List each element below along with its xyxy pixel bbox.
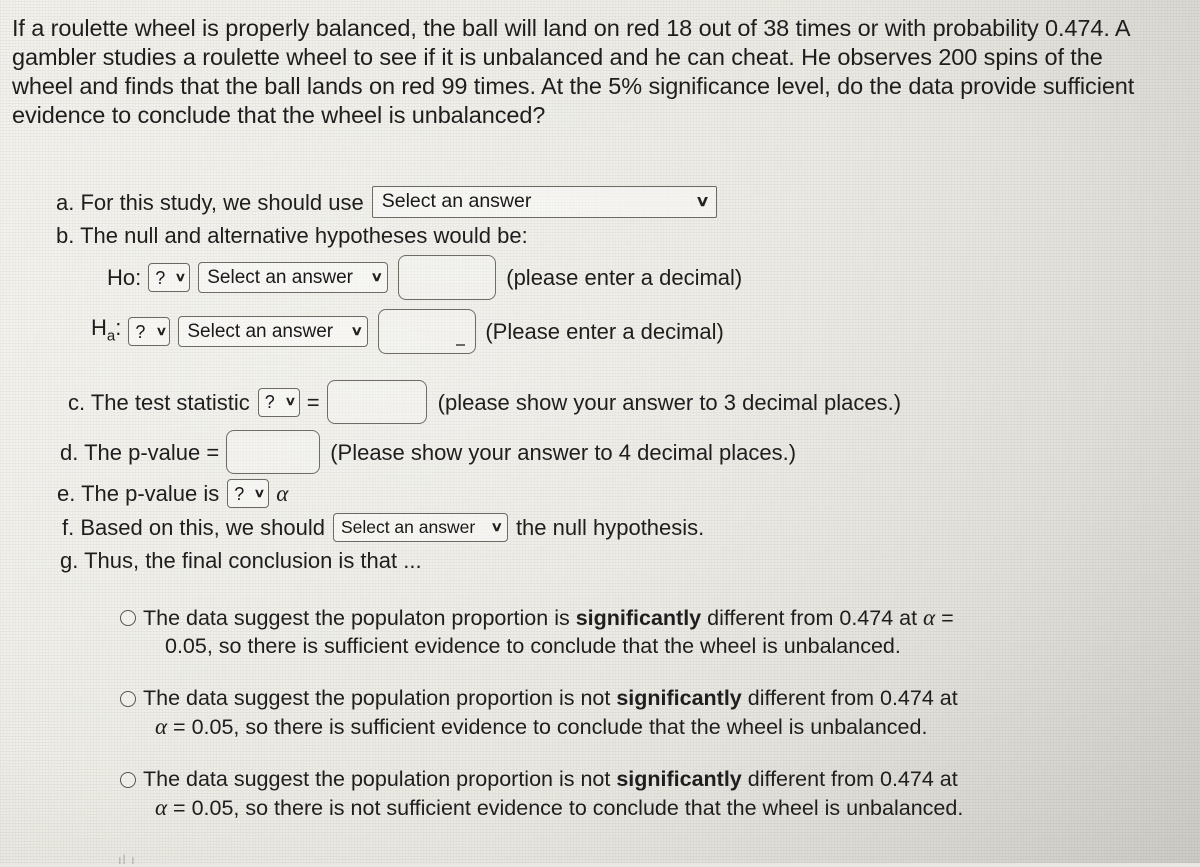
part-c-hint: (please show your answer to 3 decimal pl… (437, 389, 902, 415)
part-a-label: a. For this study, we should use (56, 189, 364, 215)
question-prompt: If a roulette wheel is properly balanced… (12, 15, 1135, 128)
part-b-row: b. The null and alternative hypotheses w… (56, 222, 1166, 249)
chevron-down-icon: ∨ (155, 323, 167, 338)
emphasis-significantly: significantly (575, 606, 702, 630)
conclusion-option-1-text: The data suggest the populaton proportio… (143, 604, 954, 660)
chevron-down-icon: ∨ (490, 519, 504, 534)
part-a-method-select-value: Select an answer (381, 190, 532, 213)
chevron-down-icon: ∨ (370, 269, 383, 284)
chevron-down-icon: ∨ (694, 192, 710, 210)
alternative-hypothesis-value-input[interactable] (378, 309, 477, 354)
alternative-hypothesis-subscript: a (106, 327, 116, 345)
conclusion-option-2-line2: α = 0.05, so there is sufficient evidenc… (155, 713, 928, 739)
test-statistic-input[interactable] (326, 380, 427, 424)
null-hypothesis-parameter-value: Select an answer (207, 267, 353, 288)
part-d-hint: (Please show your answer to 4 decimal pl… (330, 439, 797, 465)
part-f-label-after: the null hypothesis. (515, 515, 705, 540)
alpha-symbol: α (276, 481, 289, 506)
part-b-label: b. The null and alternative hypotheses w… (56, 223, 528, 248)
conclusion-option-2-line1: The data suggest the population proporti… (143, 686, 958, 710)
part-d-label: d. The p-value = (60, 439, 220, 465)
radio-button-icon[interactable] (120, 610, 136, 626)
alternative-hypothesis-row: Ha: ? ∨ Select an answer ∨ (Please enter… (91, 309, 1166, 354)
alternative-hypothesis-comparator-value: ? (135, 321, 146, 342)
null-hypothesis-value-input[interactable] (398, 255, 497, 300)
conclusion-option-1[interactable]: The data suggest the populaton proportio… (120, 604, 1180, 660)
bottom-partial-text: ıl ı (118, 852, 136, 867)
test-statistic-type-select[interactable]: ? ∨ (257, 387, 300, 417)
conclusion-option-1-line2: 0.05, so there is sufficient evidence to… (165, 633, 901, 658)
conclusion-option-3-text: The data suggest the population proporti… (143, 766, 963, 822)
alpha-symbol: α (923, 605, 936, 630)
part-f-decision-select[interactable]: Select an answer ∨ (332, 513, 508, 542)
p-value-comparator-value: ? (234, 483, 245, 504)
test-statistic-type-value: ? (264, 392, 275, 412)
part-e-label: e. The p-value is (57, 481, 220, 506)
alternative-hypothesis-prefix: Ha: (91, 314, 122, 345)
null-hypothesis-parameter-select[interactable]: Select an answer ∨ (198, 262, 389, 293)
question-parts: a. For this study, we should use Select … (56, 186, 1166, 574)
emphasis-significantly: significantly (616, 686, 742, 710)
alpha-symbol: α (155, 794, 168, 820)
null-hypothesis-comparator-select[interactable]: ? ∨ (148, 263, 191, 292)
part-f-decision-value: Select an answer (340, 516, 476, 537)
chevron-down-icon: ∨ (284, 394, 297, 408)
test-statistic-equals: = (306, 389, 320, 415)
part-f-label-before: f. Based on this, we should (62, 515, 325, 540)
p-value-comparator-select[interactable]: ? ∨ (227, 479, 270, 508)
radio-button-icon[interactable] (120, 772, 136, 788)
conclusion-option-2[interactable]: The data suggest the population proporti… (120, 685, 1180, 741)
part-g-row: g. Thus, the final conclusion is that ..… (60, 547, 1166, 574)
emphasis-significantly: significantly (616, 767, 742, 791)
radio-button-icon[interactable] (120, 691, 136, 707)
alternative-hypothesis-comparator-select[interactable]: ? ∨ (128, 317, 171, 346)
conclusion-option-2-text: The data suggest the population proporti… (143, 685, 958, 741)
conclusion-option-3[interactable]: The data suggest the population proporti… (120, 766, 1180, 822)
conclusion-options: The data suggest the populaton proportio… (120, 604, 1180, 847)
part-a-row: a. For this study, we should use Select … (56, 186, 1166, 218)
part-e-row: e. The p-value is ? ∨ α (57, 479, 1166, 508)
part-g-label: g. Thus, the final conclusion is that ..… (60, 548, 422, 573)
conclusion-option-3-line1: The data suggest the population proporti… (143, 767, 958, 791)
alternative-hypothesis-hint: (Please enter a decimal) (485, 319, 724, 344)
chevron-down-icon: ∨ (350, 323, 364, 338)
p-value-input[interactable] (226, 430, 321, 474)
part-a-method-select[interactable]: Select an answer ∨ (371, 186, 717, 218)
null-hypothesis-comparator-value: ? (155, 267, 166, 288)
conclusion-option-1-line1: The data suggest the populaton proportio… (143, 605, 954, 630)
text-cursor-icon (456, 344, 466, 346)
part-d-row: d. The p-value = (Please show your answe… (60, 430, 1166, 474)
null-hypothesis-hint: (please enter a decimal) (506, 265, 743, 290)
null-hypothesis-prefix: Ho: (107, 265, 142, 290)
part-f-row: f. Based on this, we should Select an an… (62, 513, 1166, 542)
alternative-hypothesis-parameter-value: Select an answer (187, 321, 334, 342)
alternative-hypothesis-parameter-select[interactable]: Select an answer ∨ (178, 316, 369, 347)
conclusion-option-3-line2: α = 0.05, so there is not sufficient evi… (155, 794, 964, 820)
chevron-down-icon: ∨ (253, 485, 266, 500)
chevron-down-icon: ∨ (174, 269, 187, 284)
alpha-symbol: α (155, 713, 168, 739)
null-hypothesis-row: Ho: ? ∨ Select an answer ∨ (please enter… (107, 255, 1166, 300)
part-c-row: c. The test statistic ? ∨ = (please show… (68, 380, 1166, 424)
part-c-label: c. The test statistic (68, 389, 250, 415)
